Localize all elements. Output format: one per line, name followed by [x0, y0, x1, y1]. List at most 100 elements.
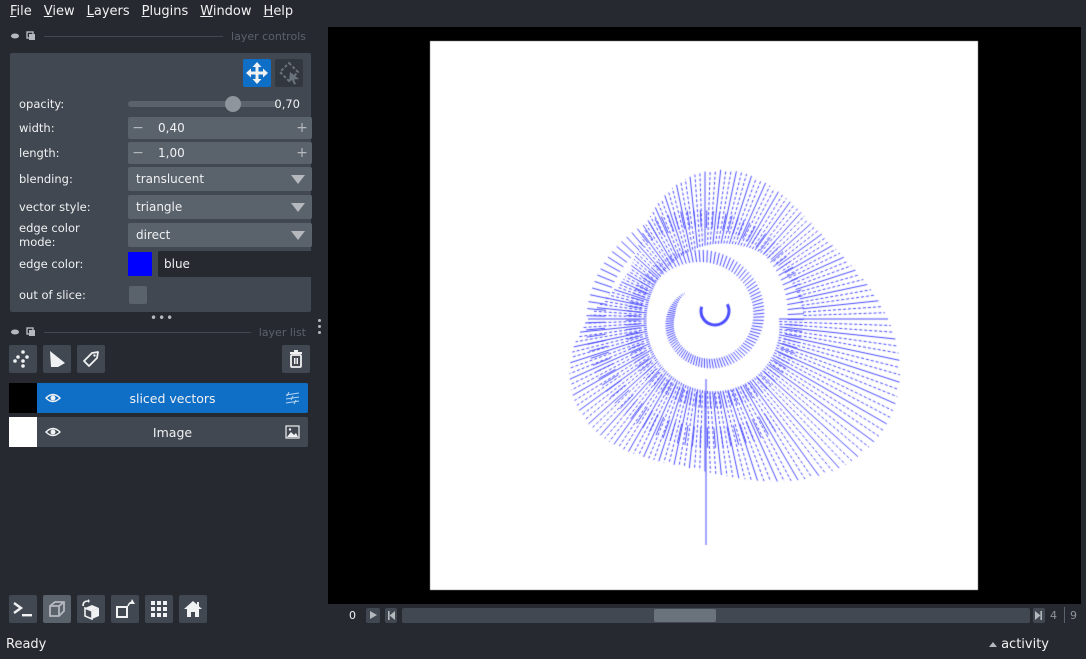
new-shapes-layer-button[interactable] [43, 345, 71, 373]
chevron-down-icon [291, 203, 305, 212]
transpose-icon [116, 599, 135, 618]
eye-icon[interactable] [45, 391, 61, 405]
grid-mode-button[interactable] [145, 595, 173, 623]
layer-item-body[interactable]: Image [37, 417, 308, 447]
out-of-slice-label: out of slice: [19, 288, 86, 302]
width-label: width: [19, 121, 55, 135]
length-decrement-button[interactable]: − [128, 145, 148, 161]
step-last-button[interactable] [1033, 608, 1045, 623]
roll-dimensions-button[interactable] [77, 595, 105, 623]
close-dock-icon[interactable] [26, 327, 36, 337]
tag-icon [83, 351, 99, 367]
opacity-slider-handle[interactable] [225, 96, 241, 112]
image-layer-icon [285, 425, 300, 439]
chevron-down-icon [291, 231, 305, 240]
menu-view[interactable]: View [38, 1, 81, 23]
edge-color-input[interactable]: blue [158, 251, 312, 277]
menu-bar: File View Layers Plugins Window Help [0, 0, 1086, 24]
reset-view-button[interactable] [179, 595, 207, 623]
width-value[interactable]: 0,40 [148, 121, 292, 135]
divider [1064, 607, 1065, 623]
menu-layers[interactable]: Layers [81, 1, 136, 23]
delete-layer-button[interactable] [282, 345, 310, 373]
layer-list-title: layer list [258, 325, 306, 339]
divider [44, 35, 224, 37]
more-options-icon[interactable] [318, 319, 322, 337]
blending-row: blending: translucent [19, 167, 312, 191]
select-vectors-button[interactable] [275, 59, 303, 87]
vector-style-row: vector style: triangle [19, 195, 312, 219]
menu-window[interactable]: Window [194, 1, 257, 23]
layer-controls-panel: opacity: 0,70 width: − 0,40 + length: − … [10, 53, 312, 312]
length-spinbox[interactable]: − 1,00 + [128, 142, 312, 164]
move-arrows-icon [246, 62, 268, 84]
dims-scrollbar-handle[interactable] [654, 609, 716, 622]
edge-color-mode-dropdown[interactable]: direct [128, 223, 312, 247]
transpose-dimensions-button[interactable] [111, 595, 139, 623]
frame-number: 0 [349, 609, 356, 622]
layer-thumbnail [9, 383, 37, 413]
menu-file[interactable]: File [4, 1, 38, 23]
trash-icon [290, 350, 302, 368]
menu-help[interactable]: Help [258, 1, 300, 23]
select-cursor-icon [278, 61, 300, 85]
float-icon[interactable] [10, 327, 20, 337]
new-labels-layer-button[interactable] [77, 345, 105, 373]
opacity-slider[interactable] [128, 96, 278, 112]
dims-scrollbar[interactable] [402, 608, 1030, 623]
opacity-value: 0,70 [274, 97, 300, 111]
menu-plugins[interactable]: Plugins [136, 1, 195, 23]
points-icon [13, 350, 29, 368]
layer-controls-title: layer controls [231, 29, 306, 43]
skip-forward-icon [1035, 611, 1042, 620]
vector-spiral-render [328, 27, 1081, 604]
new-points-layer-button[interactable] [9, 345, 37, 373]
opacity-label: opacity: [19, 97, 65, 111]
pan-zoom-button[interactable] [243, 59, 271, 87]
out-of-slice-checkbox[interactable] [129, 286, 147, 304]
edge-color-swatch[interactable] [128, 252, 152, 276]
activity-toggle[interactable]: activity [989, 637, 1049, 652]
layer-item-body[interactable]: sliced vectors [37, 383, 308, 413]
current-step[interactable]: 4 [1050, 609, 1057, 622]
vector-style-dropdown[interactable]: triangle [128, 195, 312, 219]
width-spinbox[interactable]: − 0,40 + [128, 117, 312, 139]
max-step: 9 [1070, 609, 1077, 622]
layer-controls-titlebar: layer controls [0, 27, 312, 45]
edge-color-mode-label: edge color mode: [19, 221, 80, 249]
eye-icon[interactable] [45, 425, 61, 439]
shapes-icon [50, 351, 65, 367]
toggle-ndisplay-button[interactable] [43, 595, 71, 623]
blending-dropdown[interactable]: translucent [128, 167, 312, 191]
play-button[interactable] [366, 608, 380, 623]
home-icon [184, 601, 202, 617]
out-of-slice-row: out of slice: [19, 283, 303, 307]
layer-name[interactable]: sliced vectors [37, 391, 308, 406]
close-dock-icon[interactable] [26, 31, 36, 41]
vector-style-label: vector style: [19, 200, 91, 214]
splitter-handle[interactable]: ••• [150, 312, 174, 324]
cube-wireframe-icon [49, 601, 65, 617]
blending-value: translucent [136, 172, 205, 186]
layer-name[interactable]: Image [37, 425, 308, 440]
width-increment-button[interactable]: + [292, 120, 312, 136]
width-decrement-button[interactable]: − [128, 120, 148, 136]
step-first-button[interactable] [385, 608, 397, 623]
layer-item-image[interactable]: Image [9, 417, 308, 447]
length-label: length: [19, 146, 60, 160]
terminal-icon [13, 602, 32, 617]
viewer-canvas[interactable] [328, 27, 1081, 604]
layer-item-sliced-vectors[interactable]: sliced vectors [9, 383, 308, 413]
length-increment-button[interactable]: + [292, 145, 312, 161]
edge-color-mode-value: direct [136, 228, 171, 242]
status-text: Ready [6, 637, 47, 652]
edge-color-value: blue [164, 257, 190, 271]
chevron-down-icon [291, 175, 305, 184]
length-value[interactable]: 1,00 [148, 146, 292, 160]
edge-color-mode-row: edge color mode: direct [19, 221, 312, 249]
divider [44, 331, 251, 333]
float-icon[interactable] [10, 31, 20, 41]
edge-color-row: edge color: blue [19, 251, 312, 277]
vectors-layer-icon [285, 391, 300, 405]
console-button[interactable] [9, 595, 37, 623]
